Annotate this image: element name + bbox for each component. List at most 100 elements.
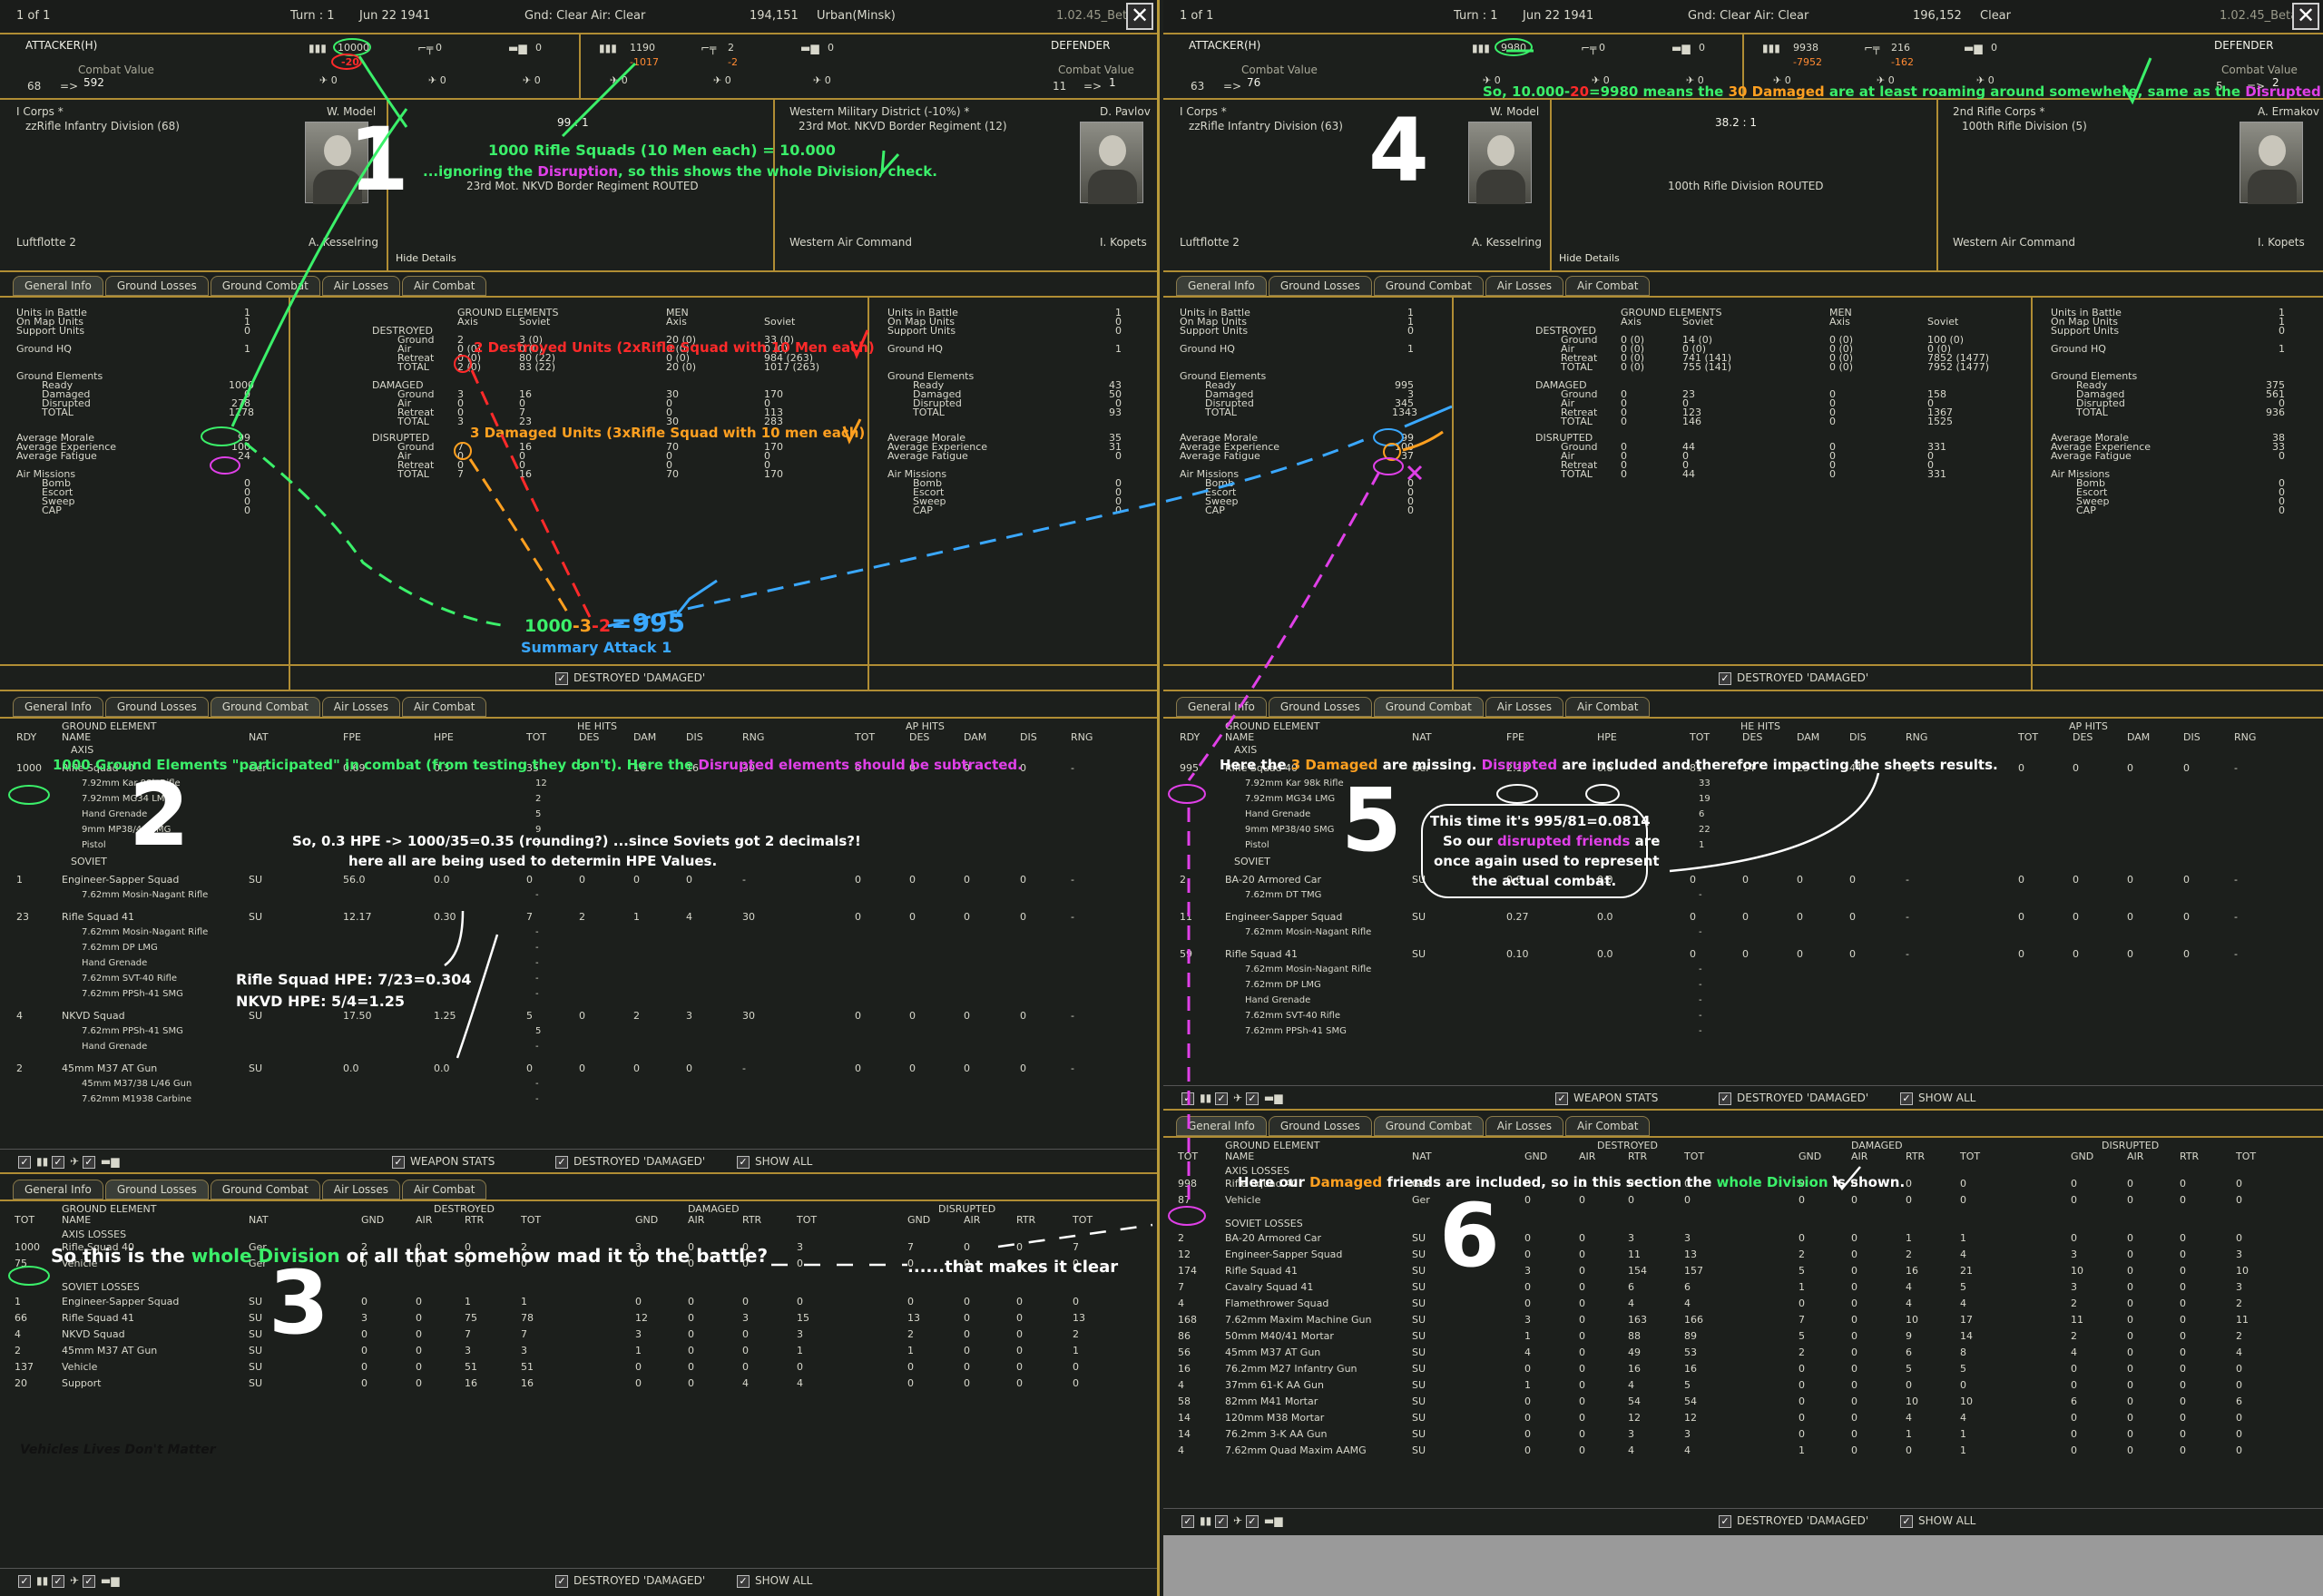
tab-air-losses[interactable]: Air Losses [321, 1180, 401, 1199]
tab-air-combat[interactable]: Air Combat [1565, 697, 1651, 717]
gl-cell: SU [249, 1328, 263, 1340]
gl-cell: 0 [688, 1312, 694, 1324]
gc-cell-a: 0 [855, 762, 861, 774]
destroyed-damaged-toggle[interactable]: ✓ DESTROYED 'DAMAGED' [555, 671, 705, 685]
weapon-tot: - [535, 927, 539, 937]
cv-to: 76 [1247, 76, 1261, 89]
tab-air-losses[interactable]: Air Losses [321, 276, 401, 296]
gl-cell: 0 [416, 1377, 422, 1389]
gl-cell: 0 [416, 1312, 422, 1324]
tab-general-info[interactable]: General Info [13, 276, 103, 296]
gl-cell: 1 [1906, 1428, 1912, 1440]
weapon-stats-toggle[interactable]: ✓ WEAPON STATS [392, 1155, 495, 1169]
destroyed-damaged-toggle[interactable]: ✓ DESTROYED 'DAMAGED' [1719, 1092, 1868, 1105]
def-row2a: 0 [621, 74, 628, 86]
tab-air-combat[interactable]: Air Combat [402, 697, 487, 717]
gl-cell: 7 [907, 1241, 914, 1253]
tab-ground-combat[interactable]: Ground Combat [210, 697, 320, 717]
hide-details-button[interactable]: Hide Details [1559, 252, 1620, 264]
show-all-toggle[interactable]: ✓ SHOW ALL [737, 1155, 812, 1169]
defender-general-info: Units in Battle 1 On Map Units 1 Support Uni… [2034, 298, 2323, 690]
gi-label: Average Fatigue [2051, 450, 2132, 462]
checkbox[interactable]: ✓ [555, 672, 568, 685]
gl-cell: 0 [2127, 1428, 2133, 1440]
ge-cell: 16 [519, 468, 532, 480]
gl-cell: 0 [1851, 1248, 1857, 1260]
tab-ground-combat[interactable]: Ground Combat [1373, 276, 1484, 296]
ge-cell: 755 (141) [1682, 361, 1732, 373]
gl-cell: 0 [1016, 1328, 1023, 1340]
col-header: TOT [15, 1214, 35, 1226]
tab-air-losses[interactable]: Air Losses [321, 697, 401, 717]
filter-icons[interactable]: ✓ ▮▮ ✓ ✈ ✓ ▬▆ [1181, 1092, 1282, 1105]
gc-cell-c: 0 [964, 874, 970, 886]
def-cv-from: 5 [2216, 80, 2223, 93]
destroyed-damaged-toggle[interactable]: ✓ DESTROYED 'DAMAGED' [1719, 671, 1868, 685]
tab-general-info[interactable]: General Info [1176, 697, 1267, 717]
filter-icons[interactable]: ✓ ▮▮ ✓ ✈ ✓ ▬▆ [18, 1574, 119, 1588]
att-corps: I Corps * [16, 105, 64, 118]
terrain-label: Urban(Minsk) [817, 9, 896, 23]
tab-ground-combat[interactable]: Ground Combat [1373, 1116, 1484, 1136]
destroyed-damaged-toggle[interactable]: ✓ DESTROYED 'DAMAGED' [555, 1155, 705, 1169]
weapon-stats-toggle[interactable]: ✓ WEAPON STATS [1555, 1092, 1658, 1105]
col-header: GND [1524, 1150, 1548, 1162]
gl-cell: 66 [15, 1312, 27, 1324]
weapon-tot: - [535, 958, 539, 968]
hide-details-button[interactable]: Hide Details [396, 252, 456, 264]
gl-cell: 0 [1851, 1395, 1857, 1407]
filter-icons[interactable]: ✓ ▮▮ ✓ ✈ ✓ ▬▆ [1181, 1514, 1282, 1528]
col-header: GND [907, 1214, 931, 1226]
leader-portrait[interactable] [1468, 122, 1532, 204]
show-all-toggle[interactable]: ✓ SHOW ALL [1900, 1092, 1975, 1105]
tab-general-info[interactable]: General Info [13, 697, 103, 717]
leader-portrait[interactable] [1080, 122, 1143, 204]
filter-icons[interactable]: ✓ ▮▮ ✓ ✈ ✓ ▬▆ [18, 1155, 119, 1169]
close-button[interactable]: ✕ [1126, 3, 1153, 30]
section-label: SOVIET LOSSES [62, 1281, 140, 1293]
coords-label: 196,152 [1913, 9, 1962, 23]
tab-general-info[interactable]: General Info [1176, 1116, 1267, 1136]
destroyed-damaged-toggle[interactable]: ✓ DESTROYED 'DAMAGED' [555, 1574, 705, 1588]
tab-ground-combat[interactable]: Ground Combat [1373, 697, 1484, 717]
gl-cell: 163 [1628, 1314, 1647, 1326]
tab-air-losses[interactable]: Air Losses [1485, 1116, 1564, 1136]
gun-icon: ⌐╤ [701, 42, 717, 54]
ge-cell: 146 [1682, 416, 1701, 427]
gl-cell: 6 [1906, 1346, 1912, 1358]
gl-cell: 5 [1799, 1330, 1805, 1342]
destroyed-damaged-toggle[interactable]: ✓ DESTROYED 'DAMAGED' [1719, 1514, 1868, 1528]
tab-ground-losses[interactable]: Ground Losses [1268, 1116, 1372, 1136]
gl-cell: 0 [1960, 1194, 1966, 1206]
show-all-toggle[interactable]: ✓ SHOW ALL [737, 1574, 812, 1588]
tab-air-combat[interactable]: Air Combat [1565, 276, 1651, 296]
show-all-toggle[interactable]: ✓ SHOW ALL [1900, 1514, 1975, 1528]
tab-air-combat[interactable]: Air Combat [402, 1180, 487, 1199]
weapon-tot: - [1699, 980, 1702, 990]
tab-ground-combat[interactable]: Ground Combat [210, 276, 320, 296]
tab-ground-losses[interactable]: Ground Losses [1268, 697, 1372, 717]
destroyed-damaged-label: DESTROYED 'DAMAGED' [573, 1574, 706, 1587]
tab-ground-losses[interactable]: Ground Losses [1268, 276, 1372, 296]
tab-air-combat[interactable]: Air Combat [402, 276, 487, 296]
tab-general-info[interactable]: General Info [1176, 276, 1267, 296]
col-header: NAT [1412, 1150, 1432, 1162]
tab-ground-combat[interactable]: Ground Combat [210, 1180, 320, 1199]
tab-air-losses[interactable]: Air Losses [1485, 276, 1564, 296]
leader-portrait[interactable] [305, 122, 368, 204]
gl-cell: 168 [1178, 1314, 1197, 1326]
col-header: TOT [1178, 1150, 1199, 1162]
gl-cell: 2 [2236, 1330, 2242, 1342]
tab-ground-losses[interactable]: Ground Losses [104, 1180, 209, 1199]
leader-portrait[interactable] [2240, 122, 2303, 204]
gl-cell: Vehicle [62, 1258, 98, 1269]
tab-air-losses[interactable]: Air Losses [1485, 697, 1564, 717]
gi-label: CAP [913, 504, 933, 516]
gc-cell-dam: 23 [1797, 762, 1809, 774]
close-button[interactable]: ✕ [2292, 3, 2319, 30]
tab-general-info[interactable]: General Info [13, 1180, 103, 1199]
gl-cell: 2 [2071, 1297, 2077, 1309]
tab-ground-losses[interactable]: Ground Losses [104, 697, 209, 717]
tab-ground-losses[interactable]: Ground Losses [104, 276, 209, 296]
tab-air-combat[interactable]: Air Combat [1565, 1116, 1651, 1136]
